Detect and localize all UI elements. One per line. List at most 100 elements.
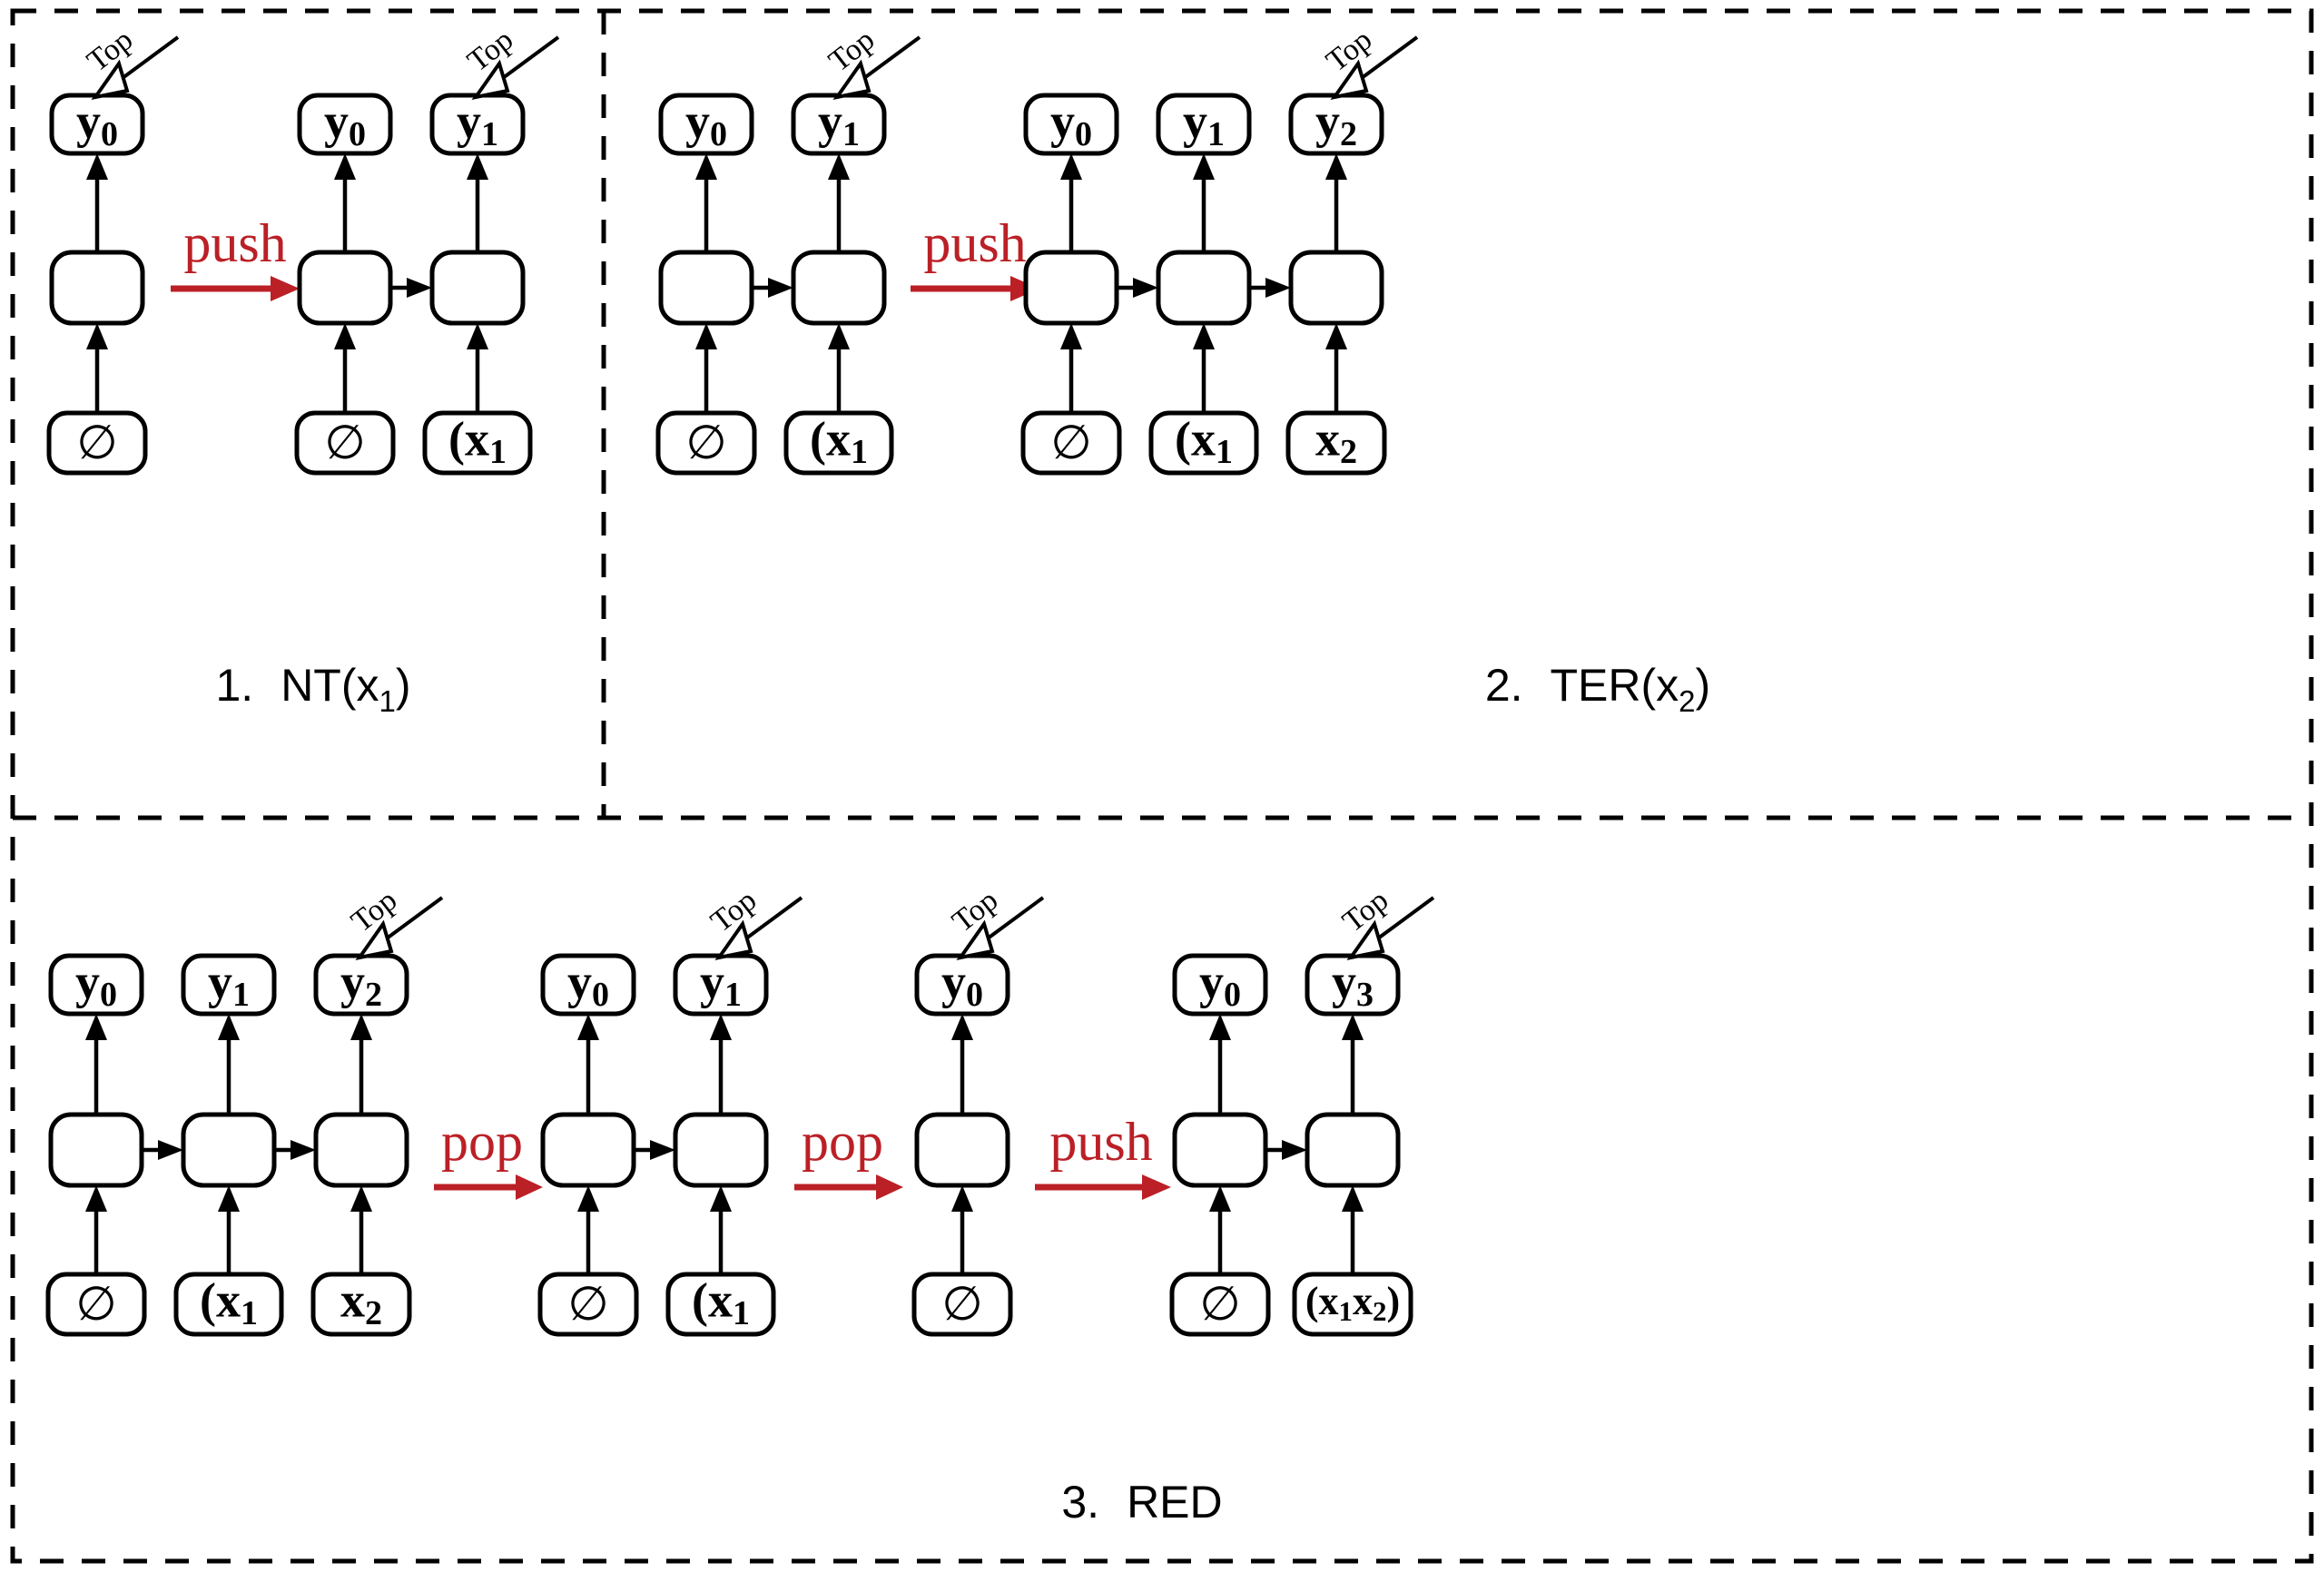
arrow-cell-to-output [1060, 153, 1082, 252]
arrow-cell-to-output [1342, 1014, 1364, 1115]
output-node-y2[interactable]: y2 [313, 953, 409, 1017]
input-node-empty[interactable]: ∅ [537, 1272, 639, 1337]
caption-subscript: 2 [1679, 684, 1695, 718]
arrow-cell-to-output [467, 153, 488, 252]
lstm-cell[interactable] [540, 1112, 636, 1188]
panel-1-caption: 1. NT(x1) [215, 660, 410, 718]
lstm-cell[interactable] [1305, 1112, 1401, 1188]
top-annotation: Top [81, 23, 180, 100]
arrow-input-to-cell [828, 323, 850, 413]
input-node-empty[interactable]: ∅ [294, 410, 396, 476]
lstm-cell[interactable] [429, 250, 526, 326]
recurrence-arrow [1249, 278, 1291, 298]
input-node-empty[interactable]: ∅ [45, 1272, 147, 1337]
caption-text: 2. TER(x2) [1485, 660, 1710, 718]
figure-root: y0 ∅ Top push y0 ∅ y1 (x1 Top 1. NT(x1) … [0, 0, 2324, 1572]
stack-1-b: y0 ∅ y1 (x1 Top [294, 23, 560, 476]
output-node-y0[interactable]: y0 [48, 953, 144, 1017]
lstm-cell[interactable] [791, 250, 887, 326]
operation-label: pop [441, 1112, 523, 1172]
lstm-cell[interactable] [1288, 250, 1384, 326]
input-node-empty[interactable]: ∅ [1169, 1272, 1271, 1337]
operation-push-2: push [911, 213, 1039, 301]
input-node-empty[interactable]: ∅ [911, 1272, 1013, 1337]
output-node-y0[interactable]: y0 [658, 93, 754, 156]
output-node-y1[interactable]: y1 [1156, 93, 1252, 156]
output-node-y0[interactable]: y0 [914, 953, 1010, 1017]
input-node-open-nonterminal[interactable]: (x1 [422, 410, 533, 476]
lstm-cell[interactable] [48, 1112, 144, 1188]
arrow-input-to-cell [1325, 323, 1347, 413]
lstm-cell[interactable] [313, 1112, 409, 1188]
lstm-cell[interactable] [914, 1112, 1010, 1188]
arrow-cell-to-output [695, 153, 717, 252]
input-node-terminal[interactable]: x2 [310, 1272, 412, 1337]
lstm-cell[interactable] [49, 250, 145, 326]
output-node-y1[interactable]: y1 [429, 93, 526, 156]
recurrence-arrow [142, 1140, 183, 1160]
output-node-y1[interactable]: y1 [673, 953, 769, 1017]
output-node-y0[interactable]: y0 [1023, 93, 1119, 156]
lstm-cell[interactable] [1156, 250, 1252, 326]
input-node-open-nonterminal[interactable]: (x1 [173, 1272, 284, 1337]
input-label: ∅ [941, 1277, 982, 1331]
input-node-open-nonterminal[interactable]: (x1 [665, 1272, 776, 1337]
arrow-input-to-cell [350, 1185, 372, 1274]
caption-body: NT(x [281, 660, 379, 711]
recurrence-arrow [1117, 278, 1158, 298]
arrow-input-to-cell [1342, 1185, 1364, 1274]
operation-label: push [1049, 1112, 1152, 1172]
lstm-cell[interactable] [673, 1112, 769, 1188]
lstm-cell[interactable] [1172, 1112, 1268, 1188]
output-node-y0[interactable]: y0 [1172, 953, 1268, 1017]
top-annotation: Top [345, 883, 444, 960]
caption-number: 1. [215, 660, 253, 711]
output-node-y0[interactable]: y0 [540, 953, 636, 1017]
caption-body: TER(x [1551, 660, 1679, 711]
input-label: ∅ [1050, 416, 1091, 470]
recurrence-arrow [390, 278, 432, 298]
input-label: ∅ [567, 1277, 608, 1331]
output-node-y0[interactable]: y0 [297, 93, 393, 156]
stack-2-b: y0 ∅ y1 (x1 y2 x2 Top [1020, 23, 1419, 476]
caption-tail: ) [396, 660, 411, 711]
input-node-open-nonterminal[interactable]: (x1 [783, 410, 894, 476]
arrow-input-to-cell [710, 1185, 732, 1274]
input-node-empty[interactable]: ∅ [655, 410, 757, 476]
top-annotation: Top [461, 23, 560, 100]
top-annotation: Top [946, 883, 1045, 960]
output-node-y3[interactable]: y3 [1305, 953, 1401, 1017]
arrow-cell-to-output [85, 1014, 107, 1115]
caption-text: 1. NT(x1) [215, 660, 410, 718]
arrow-input-to-cell [577, 1185, 599, 1274]
lstm-cell[interactable] [1023, 250, 1119, 326]
input-node-terminal[interactable]: x2 [1285, 410, 1387, 476]
input-label: ∅ [1199, 1277, 1240, 1331]
caption-number: 3. [1061, 1477, 1099, 1528]
input-node-empty[interactable]: ∅ [46, 410, 148, 476]
stack-3-c: y0 ∅ Top [911, 883, 1045, 1337]
arrow-input-to-cell [1209, 1185, 1231, 1274]
output-node-y2[interactable]: y2 [1288, 93, 1384, 156]
operation-push-3: push [1035, 1112, 1171, 1200]
arrow-cell-to-output [1193, 153, 1215, 252]
input-node-open-nonterminal[interactable]: (x1 [1148, 410, 1259, 476]
lstm-cell[interactable] [181, 1112, 277, 1188]
output-node-y0[interactable]: y0 [49, 93, 145, 156]
output-node-y1[interactable]: y1 [181, 953, 277, 1017]
lstm-cell[interactable] [658, 250, 754, 326]
arrow-cell-to-output [828, 153, 850, 252]
input-node-reduced-constituent[interactable]: (x1x2) [1292, 1272, 1413, 1337]
lstm-cell[interactable] [297, 250, 393, 326]
input-node-empty[interactable]: ∅ [1020, 410, 1122, 476]
panel-2: y0 ∅ y1 (x1 Top push y0 ∅ y1 (x1 y2 x2 T… [655, 23, 1710, 718]
output-node-y1[interactable]: y1 [791, 93, 887, 156]
operation-pop-2: pop [794, 1112, 903, 1200]
recurrence-arrow [634, 1140, 675, 1160]
top-annotation: Top [1320, 23, 1419, 100]
arrow-input-to-cell [86, 323, 108, 413]
arrow-input-to-cell [1193, 323, 1215, 413]
arrow-cell-to-output [710, 1014, 732, 1115]
panel-3: y0 ∅ y1 (x1 y2 x2 Top pop y0 ∅ y1 (x1 To… [45, 883, 1435, 1528]
panel-2-caption: 2. TER(x2) [1485, 660, 1710, 718]
